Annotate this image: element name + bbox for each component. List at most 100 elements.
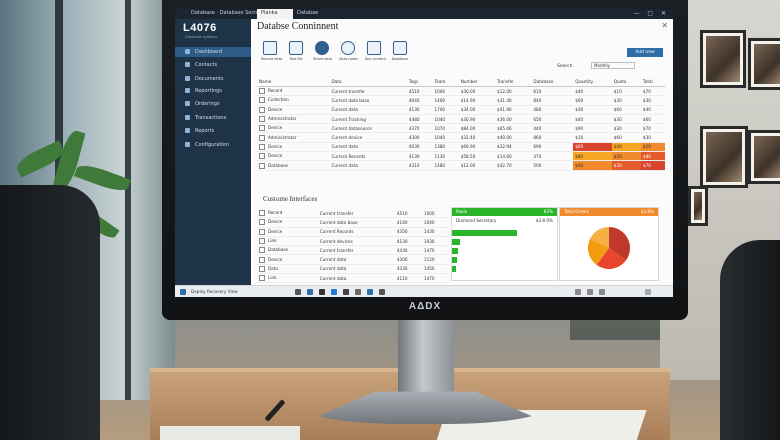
row-checkbox[interactable] (259, 228, 265, 235)
tab-inactive[interactable]: Databae (297, 10, 318, 16)
table-row[interactable]: Administrator Current device 4300 1040 $32.4… (257, 132, 665, 143)
tray-icon[interactable] (587, 289, 593, 295)
table-row[interactable]: Record Current transfer 4510 1000 (257, 209, 449, 219)
table-cell: 1030 (421, 236, 449, 247)
table-row[interactable]: Database Current transfer 4430 1470 (257, 245, 449, 256)
table-row[interactable]: Device Current data 4300 1120 (257, 254, 449, 265)
row-checkbox[interactable] (259, 256, 265, 263)
column-header[interactable]: Total (640, 77, 665, 87)
sidebar-item-orderings[interactable]: Orderings (175, 99, 251, 109)
sidebar-item-documents[interactable]: Documents (175, 74, 251, 84)
app-icon[interactable] (343, 289, 349, 295)
row-checkbox[interactable] (259, 134, 265, 141)
toolbar-record-data-button[interactable]: Record data (261, 41, 282, 65)
column-header[interactable]: Quota (611, 77, 641, 87)
row-checkbox[interactable] (259, 162, 265, 169)
column-header[interactable]: Team (432, 77, 459, 87)
tray-icon[interactable] (645, 289, 651, 295)
column-header[interactable]: Number (458, 77, 496, 87)
row-checkbox[interactable] (259, 143, 265, 150)
column-header[interactable]: Tags (406, 77, 433, 87)
column-header[interactable]: Transfer (495, 77, 532, 87)
row-checkbox[interactable] (259, 275, 265, 282)
row-checkbox[interactable] (259, 210, 265, 217)
column-header[interactable]: Data (329, 77, 407, 87)
app-icon[interactable] (331, 289, 337, 295)
toolbar-share-data-button[interactable]: Share data (313, 41, 332, 65)
app-logo-subtitle: Database systems (185, 35, 218, 39)
toolbar-key-content-button[interactable]: Key content (365, 41, 386, 65)
sidebar-item-dashboard[interactable]: Dashboard (175, 47, 251, 57)
table-row[interactable]: Device Current data 4030 1380 $66.90 $32.94 69… (257, 142, 665, 153)
close-icon[interactable]: ✕ (661, 21, 668, 30)
toolbar-test-file-button[interactable]: Test file (287, 41, 305, 65)
orderings-icon (185, 101, 190, 106)
table-row[interactable]: Administrator Current Tracking 4480 1040 $30… (257, 114, 665, 125)
orders-panel: Total Orders $3.8% (559, 207, 659, 281)
tray-icon[interactable] (575, 289, 581, 295)
app-icon[interactable] (355, 289, 361, 295)
table-row[interactable]: Record Current transfer 4510 1000 $30.00 $12.… (257, 86, 665, 97)
table-row[interactable]: Device Current Records 4350 1430 (257, 227, 449, 237)
table-row[interactable]: Device Current datasource 4370 1070 $84.00 $6… (257, 123, 665, 134)
sidebar-item-reports[interactable]: Reports (175, 126, 251, 136)
help-icon (341, 41, 355, 55)
column-header[interactable]: Database (531, 77, 574, 87)
table-cell: $10 (611, 86, 641, 97)
table-cell: Current Records (329, 151, 407, 162)
table-row[interactable]: Database Current data 4310 1480 $12.00 $42.70… (257, 160, 665, 171)
row-checkbox[interactable] (259, 125, 265, 132)
table-cell: 1040 (432, 114, 459, 125)
sidebar-item-transactions[interactable]: Transactions (175, 113, 251, 123)
table-row[interactable]: Link Current devices 4130 1030 (257, 236, 449, 247)
table-cell: Current datasource (329, 123, 407, 134)
start-icon[interactable] (180, 289, 186, 295)
row-checkbox[interactable] (259, 238, 265, 245)
row-checkbox[interactable] (259, 153, 265, 160)
panel-subvalue: $3.8 0% (535, 218, 553, 223)
toolbar-alias-notes-button[interactable]: Alias notes (339, 41, 358, 65)
sidebar-item-configuration[interactable]: Configuration (175, 140, 251, 150)
table-cell: $30 (611, 123, 641, 134)
row-checkbox[interactable] (259, 116, 265, 123)
table-cell: 690 (531, 142, 574, 153)
table-row[interactable]: Device Current Records 4130 1130 $58.50 $14.6… (257, 151, 665, 162)
office-background: AΔDX Database · Database Secretariat Pla… (0, 0, 780, 440)
table-row[interactable]: Device Current data base 4140 1040 (257, 217, 449, 228)
app-icon[interactable] (379, 289, 385, 295)
row-checkbox[interactable] (259, 88, 265, 95)
table-row[interactable]: Device Current data 4130 1700 $34.00 $41.90 48… (257, 105, 665, 115)
row-checkbox[interactable] (259, 265, 265, 272)
add-new-button[interactable]: Add new (627, 48, 663, 57)
app-icon[interactable] (367, 289, 373, 295)
table-row[interactable]: Data Current data 4330 1450 (257, 264, 449, 275)
sidebar-item-label: Reports (195, 128, 215, 134)
table-cell: Current transfer (317, 245, 395, 256)
app-icon[interactable] (307, 289, 313, 295)
table-cell: $60 (640, 114, 665, 125)
column-header[interactable]: Name (257, 77, 330, 87)
column-header[interactable]: Quantity (573, 77, 612, 87)
table-row[interactable]: Collection Current data base 4040 1400 $14.9… (257, 95, 665, 106)
row-checkbox[interactable] (259, 247, 265, 254)
toolbar-database-button[interactable]: Database (391, 41, 409, 65)
row-checkbox[interactable] (259, 97, 265, 104)
row-checkbox[interactable] (259, 219, 265, 226)
tab-active[interactable]: Planka (257, 9, 293, 19)
table-cell: 4430 (394, 245, 422, 256)
table-row[interactable]: Link Current data 4110 1470 (257, 273, 449, 284)
table-cell: Current Tracking (329, 114, 407, 125)
row-checkbox[interactable] (259, 106, 265, 113)
table-cell: $80 (640, 151, 665, 162)
sidebar-item-reportings[interactable]: Reportings (175, 86, 251, 96)
sidebar-item-contacts[interactable]: Contacts (175, 60, 251, 70)
cell-text: Device (268, 125, 283, 131)
window-controls[interactable]: — ▢ ✕ (633, 10, 669, 17)
app-logo: L4076 (183, 22, 217, 34)
period-select[interactable]: Monthly (591, 62, 635, 69)
app-icon[interactable] (319, 289, 325, 295)
table-cell: $80 (573, 151, 612, 162)
table-cell: 4370 (406, 123, 433, 134)
tray-icon[interactable] (599, 289, 605, 295)
app-icon[interactable] (295, 289, 301, 295)
